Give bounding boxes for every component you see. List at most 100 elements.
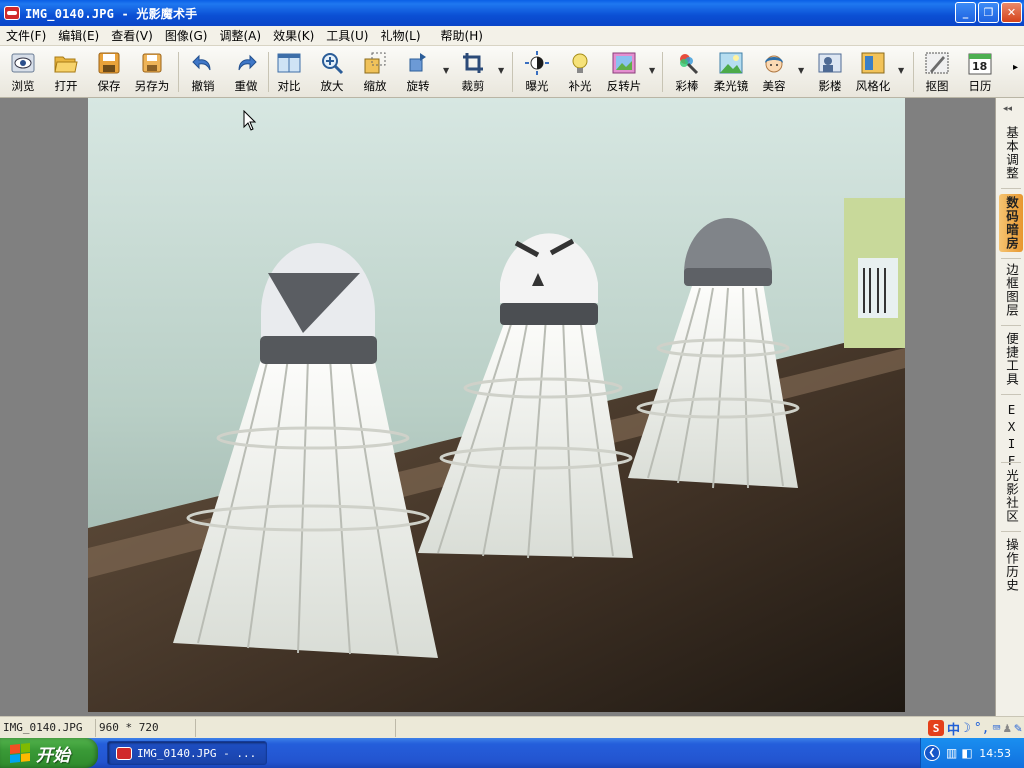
menu-edit[interactable]: 编辑(E) xyxy=(52,27,105,44)
toolbar-separator xyxy=(178,52,179,92)
app-icon[interactable] xyxy=(4,6,20,20)
cutout-button[interactable]: 抠图 xyxy=(920,48,954,96)
wrench-icon[interactable]: ✎ xyxy=(1014,721,1022,736)
crop-dropdown-icon[interactable]: ▼ xyxy=(498,66,504,75)
menu-adjust[interactable]: 调整(A) xyxy=(213,27,267,44)
open-button[interactable]: 打开 xyxy=(49,48,83,96)
photo-canvas[interactable] xyxy=(88,98,905,712)
toolbar-separator xyxy=(913,52,914,92)
tab-quick-tools[interactable]: 便捷工具 xyxy=(999,332,1023,386)
calendar-day: 18 xyxy=(972,60,988,73)
status-dimensions: 960 * 720 xyxy=(96,718,196,737)
user-icon[interactable]: ♟ xyxy=(1003,721,1011,736)
undo-icon xyxy=(190,50,216,76)
calendar-button[interactable]: 18 日历 xyxy=(963,48,997,96)
start-button[interactable]: 开始 xyxy=(0,738,98,768)
tab-frame-layer[interactable]: 边框图层 xyxy=(999,263,1023,317)
maximize-button[interactable]: ❐ xyxy=(978,2,999,23)
sogou-icon[interactable]: S xyxy=(928,720,945,736)
moon-icon[interactable]: ☽ xyxy=(963,721,971,736)
system-tray: ❮ ▥ ◧ 14:53 xyxy=(920,738,1024,768)
toolbar: 浏览 打开 保存 另存为 撤销 重做 对比 放大 缩放 旋转 ▼ 裁剪 ▼ 曝光… xyxy=(0,46,1024,98)
rotate-dropdown-icon[interactable]: ▼ xyxy=(443,66,449,75)
ime-language[interactable]: 中 xyxy=(947,719,960,738)
beauty-dropdown-icon[interactable]: ▼ xyxy=(798,66,804,75)
menu-gifts[interactable]: 礼物(L) xyxy=(374,27,426,44)
title-bar: IMG_0140.JPG - 光影魔术手 _ ❐ ✕ xyxy=(0,0,1024,26)
menu-image[interactable]: 图像(G) xyxy=(159,27,214,44)
zoom-in-button[interactable]: 放大 xyxy=(315,48,349,96)
soft-focus-button[interactable]: 柔光镜 xyxy=(710,48,752,96)
image-workspace[interactable] xyxy=(0,98,995,716)
calendar-icon: 18 xyxy=(967,50,993,76)
color-wand-button[interactable]: 彩棒 xyxy=(670,48,704,96)
tab-basic-adjust[interactable]: 基本调整 xyxy=(999,126,1023,180)
save-icon xyxy=(96,50,122,76)
reversal-film-button[interactable]: 反转片 xyxy=(603,48,645,96)
menu-file[interactable]: 文件(F) xyxy=(0,27,52,44)
cutout-icon xyxy=(924,50,950,76)
crop-icon xyxy=(460,50,486,76)
tab-digital-darkroom[interactable]: 数码暗房 xyxy=(999,194,1023,252)
show-hidden-icons-icon[interactable]: ❮ xyxy=(924,745,940,761)
resize-icon xyxy=(362,50,388,76)
punctuation-icon[interactable]: °, xyxy=(974,721,990,736)
network-icon[interactable]: ▥ xyxy=(946,746,957,760)
menu-effects[interactable]: 效果(K) xyxy=(267,27,320,44)
menu-tools[interactable]: 工具(U) xyxy=(320,27,374,44)
stylize-dropdown-icon[interactable]: ▼ xyxy=(898,66,904,75)
ime-toolbar: S 中 ☽ °, ⌨ ♟ ✎ xyxy=(928,718,1022,738)
stylize-button[interactable]: 风格化 xyxy=(852,48,894,96)
beauty-button[interactable]: 美容 xyxy=(757,48,791,96)
exposure-button[interactable]: 曝光 xyxy=(520,48,554,96)
side-divider xyxy=(1001,325,1021,326)
keyboard-icon[interactable]: ⌨ xyxy=(993,721,1001,736)
windows-logo-icon xyxy=(10,742,30,764)
menu-view[interactable]: 查看(V) xyxy=(105,27,159,44)
undo-button[interactable]: 撤销 xyxy=(186,48,220,96)
close-button[interactable]: ✕ xyxy=(1001,2,1022,23)
folder-open-icon xyxy=(53,50,79,76)
soft-focus-icon xyxy=(718,50,744,76)
redo-button[interactable]: 重做 xyxy=(229,48,263,96)
tab-exif[interactable]: EXIF xyxy=(999,402,1023,470)
color-wand-icon xyxy=(674,50,700,76)
toolbar-more-icon[interactable]: ▸ xyxy=(1013,62,1018,73)
app-icon xyxy=(116,746,132,760)
browse-button[interactable]: 浏览 xyxy=(6,48,40,96)
status-bar: IMG_0140.JPG 960 * 720 S 中 ☽ °, ⌨ ♟ ✎ xyxy=(0,716,1024,738)
window-controls: _ ❐ ✕ xyxy=(955,2,1022,23)
minimize-button[interactable]: _ xyxy=(955,2,976,23)
collapse-panel-icon[interactable]: ◂◂ xyxy=(1003,104,1012,114)
save-button[interactable]: 保存 xyxy=(92,48,126,96)
window-title: IMG_0140.JPG - 光影魔术手 xyxy=(25,6,198,21)
fill-light-button[interactable]: 补光 xyxy=(563,48,597,96)
tab-community[interactable]: 光影社区 xyxy=(999,469,1023,523)
eye-icon xyxy=(10,50,36,76)
side-divider xyxy=(1001,258,1021,259)
status-filename: IMG_0140.JPG xyxy=(0,718,96,737)
compare-button[interactable]: 对比 xyxy=(272,48,306,96)
resize-button[interactable]: 缩放 xyxy=(358,48,392,96)
menu-bar: 文件(F) 编辑(E) 查看(V) 图像(G) 调整(A) 效果(K) 工具(U… xyxy=(0,26,1024,46)
save-as-button[interactable]: 另存为 xyxy=(133,48,171,96)
toolbar-separator xyxy=(662,52,663,92)
compare-icon xyxy=(276,50,302,76)
toolbar-separator xyxy=(512,52,513,92)
side-divider xyxy=(1001,531,1021,532)
volume-icon[interactable]: ◧ xyxy=(961,746,972,760)
studio-button[interactable]: 影楼 xyxy=(813,48,847,96)
tab-history[interactable]: 操作历史 xyxy=(999,538,1023,592)
crop-button[interactable]: 裁剪 xyxy=(456,48,490,96)
rotate-button[interactable]: 旋转 xyxy=(401,48,435,96)
stylize-icon xyxy=(860,50,886,76)
exposure-icon xyxy=(524,50,550,76)
save-as-icon xyxy=(139,50,165,76)
mouse-cursor-icon xyxy=(243,110,257,131)
status-empty xyxy=(196,718,396,737)
reversal-film-dropdown-icon[interactable]: ▼ xyxy=(649,66,655,75)
taskbar-window-button[interactable]: IMG_0140.JPG - ... xyxy=(107,741,267,765)
clock[interactable]: 14:53 xyxy=(979,747,1011,760)
menu-help[interactable]: 帮助(H) xyxy=(435,27,489,44)
rotate-icon xyxy=(405,50,431,76)
